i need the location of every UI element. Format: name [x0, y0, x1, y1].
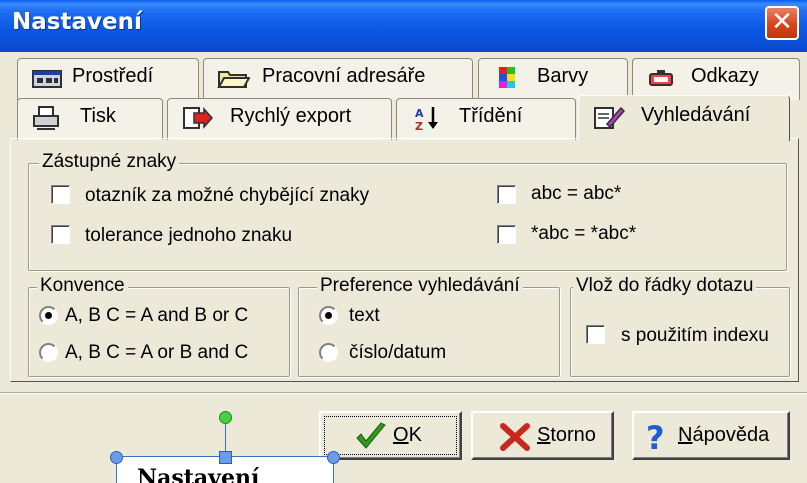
svg-text:Z: Z: [415, 120, 423, 131]
group-legend: Zástupné znaky: [39, 151, 180, 173]
sort-az-icon: AZ: [415, 107, 438, 131]
help-button[interactable]: ? Nápověda: [632, 411, 790, 460]
separator: [0, 392, 807, 394]
x-cancel-icon: [500, 423, 530, 451]
checkbox-use-index[interactable]: [586, 325, 605, 344]
tab-tisk[interactable]: Tisk: [17, 98, 163, 140]
search-settings-icon: [594, 106, 625, 129]
checkbox-label[interactable]: tolerance jednoho znaku: [85, 225, 292, 247]
tab-rychly-export[interactable]: Rychlý export: [167, 98, 392, 140]
resize-handle-top-right[interactable]: [327, 451, 340, 464]
rotation-handle[interactable]: [219, 411, 232, 424]
help-mnemonic: N: [678, 424, 693, 446]
folder-icon: [217, 71, 250, 88]
close-button[interactable]: ✕: [765, 6, 799, 40]
radio-or-and[interactable]: [39, 343, 58, 362]
cancel-mnemonic: S: [537, 424, 551, 446]
settings-dialog: Nastavení ✕ Prostředí Pracovní adresáře …: [0, 0, 807, 483]
tab-label: Vyhledávání: [641, 104, 751, 126]
tab-panel-vyhledavani: Zástupné znaky otazník za možné chybějíc…: [10, 138, 799, 382]
tab-prostredi[interactable]: Prostředí: [17, 58, 199, 100]
title-bar[interactable]: Nastavení ✕: [0, 0, 807, 52]
resize-handle-top[interactable]: [219, 451, 232, 464]
radio-label[interactable]: A, B C = A or B and C: [65, 342, 248, 364]
cancel-button[interactable]: Storno: [471, 411, 614, 460]
ok-label: K: [408, 424, 422, 446]
checkbox-label[interactable]: otazník za možné chybějící znaky: [85, 185, 369, 207]
export-icon: [183, 107, 214, 129]
ok-mnemonic: O: [393, 424, 409, 446]
help-label: ápověda: [692, 424, 770, 446]
tab-label: Odkazy: [691, 65, 759, 87]
tab-label: Rychlý export: [230, 105, 352, 127]
checkmark-icon: [356, 422, 386, 449]
tab-label: Pracovní adresáře: [262, 65, 426, 87]
window-title: Nastavení: [12, 9, 142, 35]
color-palette-icon: [499, 67, 515, 88]
radio-label[interactable]: text: [349, 305, 380, 327]
radio-label[interactable]: A, B C = A and B or C: [65, 305, 248, 327]
printer-icon: [33, 106, 59, 130]
checkbox-single-char-tolerance[interactable]: [51, 225, 70, 244]
group-convention: Konvence A, B C = A and B or C A, B C = …: [28, 275, 290, 377]
group-legend: Preference vyhledávání: [317, 275, 523, 297]
tab-vyhledavani[interactable]: Vyhledávání: [578, 95, 790, 141]
tab-label: Tisk: [80, 105, 116, 127]
tab-barvy[interactable]: Barvy: [478, 58, 628, 100]
group-legend: Vlož do řádky dotazu: [573, 275, 757, 297]
checkbox-question-mark[interactable]: [51, 185, 70, 204]
tab-label: Barvy: [537, 65, 589, 87]
question-mark-icon: ?: [646, 422, 665, 452]
group-wildcards: Zástupné znaky otazník za možné chybějíc…: [28, 151, 787, 271]
tab-label: Třídění: [459, 105, 523, 127]
cancel-label: torno: [550, 424, 596, 446]
tab-odkazy[interactable]: Odkazy: [632, 58, 800, 100]
checkbox-label[interactable]: s použitím indexu: [621, 325, 769, 347]
radio-and-or[interactable]: [39, 306, 58, 325]
tab-pracovni-adresare[interactable]: Pracovní adresáře: [203, 58, 473, 100]
group-insert-query: Vlož do řádky dotazu s použitím indexu: [570, 275, 790, 377]
tab-trideni[interactable]: AZ Třídění: [396, 98, 576, 140]
links-icon: [649, 70, 673, 86]
radio-label[interactable]: číslo/datum: [349, 342, 446, 364]
checkbox-label[interactable]: abc = abc*: [531, 183, 621, 205]
radio-number-date[interactable]: [319, 343, 338, 362]
group-search-preference: Preference vyhledávání text číslo/datum: [298, 275, 560, 377]
svg-text:A: A: [415, 107, 424, 120]
tab-label: Prostředí: [72, 65, 154, 87]
resize-handle-top-left[interactable]: [110, 451, 123, 464]
close-icon: ✕: [771, 7, 793, 37]
checkbox-abc-both[interactable]: [497, 225, 516, 244]
ok-button[interactable]: OK: [319, 411, 462, 460]
checkbox-label[interactable]: *abc = *abc*: [531, 223, 636, 245]
radio-text[interactable]: [319, 306, 338, 325]
environment-icon: [32, 70, 62, 88]
group-legend: Konvence: [37, 275, 128, 297]
svg-text:?: ?: [646, 422, 665, 452]
preview-title: Nastavení: [137, 465, 260, 483]
checkbox-abc-suffix[interactable]: [497, 185, 516, 204]
